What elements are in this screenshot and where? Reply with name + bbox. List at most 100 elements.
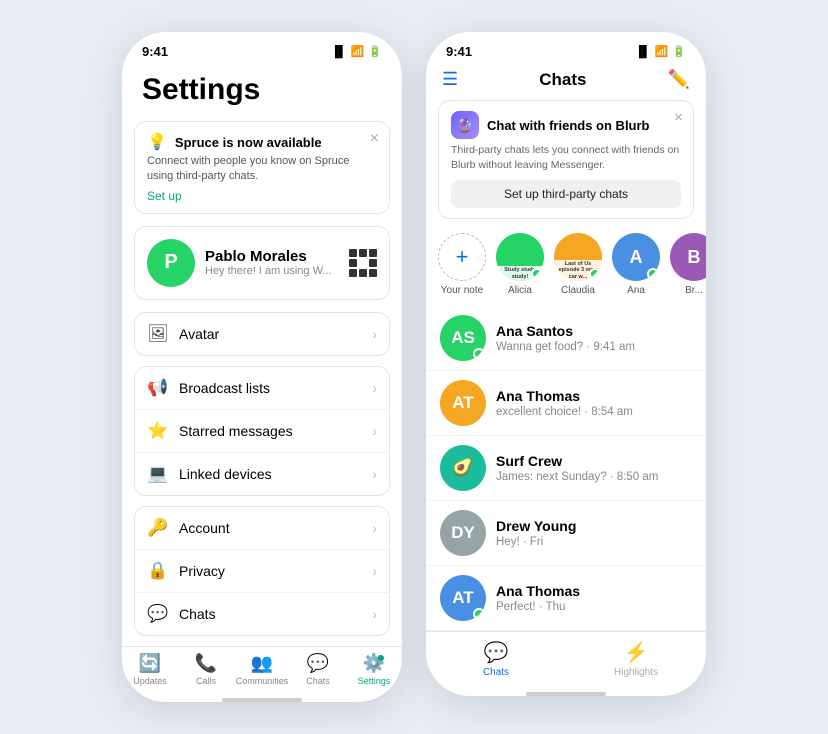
ana-online-dot xyxy=(647,268,659,280)
account-icon: 🔑 xyxy=(147,518,169,538)
linked-label: Linked devices xyxy=(179,466,362,482)
tp-close-button[interactable]: × xyxy=(674,109,683,126)
story-alicia[interactable]: Study study study! Alicia xyxy=(496,233,544,296)
alicia-label: Alicia xyxy=(508,285,532,296)
chats-signal-icon: ▐▌ xyxy=(635,46,651,58)
ana-santos-name: Ana Santos xyxy=(496,323,692,339)
chat-item-drew-young[interactable]: DY Drew Young Hey! · Fri xyxy=(426,501,706,566)
menu-item-linked[interactable]: 💻 Linked devices › xyxy=(135,453,389,495)
chats-wifi-icon: 📶 xyxy=(655,45,669,58)
ana-thomas-2-info: Ana Thomas Perfect! · Thu xyxy=(496,583,692,613)
drew-young-preview: Hey! · Fri xyxy=(496,536,692,548)
tp-banner-description: Third-party chats lets you connect with … xyxy=(451,143,681,172)
ana-story-avatar: A xyxy=(612,233,660,281)
tp-banner-title: Chat with friends on Blurb xyxy=(487,118,650,133)
chat-item-ana-thomas-2[interactable]: AT Ana Thomas Perfect! · Thu xyxy=(426,566,706,631)
settings-active-dot xyxy=(378,655,384,661)
surf-crew-info: Surf Crew James: next Sunday? · 8:50 am xyxy=(496,453,692,483)
communities-icon: 👥 xyxy=(251,653,273,674)
chats-status-bar: 9:41 ▐▌ 📶 🔋 xyxy=(426,32,706,65)
starred-chevron: › xyxy=(372,423,377,439)
avatar-icon: 🖼 xyxy=(147,324,169,344)
notification-description: Connect with people you know on Spruce u… xyxy=(147,154,377,185)
chat-item-ana-thomas-1[interactable]: AT Ana Thomas excellent choice! · 8:54 a… xyxy=(426,371,706,436)
chats-header: ☰ Chats ✏️ xyxy=(426,65,706,100)
tab-settings[interactable]: ⚙️ Settings xyxy=(346,653,402,686)
surf-crew-name: Surf Crew xyxy=(496,453,692,469)
chats-tab-icon: 💬 xyxy=(307,653,329,674)
qr-code-icon[interactable] xyxy=(349,249,377,277)
tab-chats[interactable]: 💬 Chats xyxy=(290,653,346,686)
ana-santos-info: Ana Santos Wanna get food? · 9:41 am xyxy=(496,323,692,353)
chats-tab-highlights[interactable]: ⚡ Highlights xyxy=(566,640,706,678)
ana-thomas-2-avatar: AT xyxy=(440,575,486,621)
br-label: Br... xyxy=(685,285,703,296)
ana-thomas-2-preview: Perfect! · Thu xyxy=(496,601,692,613)
menu-item-starred[interactable]: ⭐ Starred messages › xyxy=(135,410,389,453)
tab-updates[interactable]: 🔄 Updates xyxy=(122,653,178,686)
surf-crew-preview: James: next Sunday? · 8:50 am xyxy=(496,471,692,483)
highlights-label: Highlights xyxy=(614,667,658,678)
signal-icon: ▐▌ xyxy=(331,46,347,58)
chats-icon: 💬 xyxy=(147,604,169,624)
chat-item-surf-crew[interactable]: 🥑 Surf Crew James: next Sunday? · 8:50 a… xyxy=(426,436,706,501)
surf-crew-avatar: 🥑 xyxy=(440,445,486,491)
starred-icon: ⭐ xyxy=(147,421,169,441)
add-note-button[interactable]: + xyxy=(438,233,486,281)
chats-battery-icon: 🔋 xyxy=(672,45,686,58)
chats-phone: 9:41 ▐▌ 📶 🔋 ☰ Chats ✏️ 🔮 Chat with frien… xyxy=(426,32,706,696)
settings-time: 9:41 xyxy=(142,44,168,59)
menu-item-broadcast[interactable]: 📢 Broadcast lists › xyxy=(135,367,389,410)
compose-icon[interactable]: ✏️ xyxy=(668,69,690,90)
story-claudia[interactable]: Last of Us episode 3 omg car w... Claudi… xyxy=(554,233,602,296)
linked-chevron: › xyxy=(372,466,377,482)
drew-young-info: Drew Young Hey! · Fri xyxy=(496,518,692,548)
notification-close-button[interactable]: × xyxy=(370,130,379,148)
settings-status-icons: ▐▌ 📶 🔋 xyxy=(331,45,382,58)
linked-icon: 💻 xyxy=(147,464,169,484)
story-ana[interactable]: A Ana xyxy=(612,233,660,296)
chats-tab-chats-label: Chats xyxy=(483,667,509,678)
avatar-label: Avatar xyxy=(179,326,362,342)
ana-thomas-1-preview: excellent choice! · 8:54 am xyxy=(496,406,692,418)
calls-tab-label: Calls xyxy=(196,676,216,686)
broadcast-chevron: › xyxy=(372,380,377,396)
ana-thomas-1-info: Ana Thomas excellent choice! · 8:54 am xyxy=(496,388,692,418)
chats-tab-label: Chats xyxy=(306,676,330,686)
menu-item-avatar[interactable]: 🖼 Avatar › xyxy=(135,313,389,355)
menu-section-avatar: 🖼 Avatar › xyxy=(134,312,390,356)
alicia-avatar: Study study study! xyxy=(496,233,544,281)
chats-tab-chats[interactable]: 💬 Chats xyxy=(426,640,566,678)
story-br[interactable]: B Br... xyxy=(670,233,706,296)
menu-item-account[interactable]: 🔑 Account › xyxy=(135,507,389,550)
settings-phone: 9:41 ▐▌ 📶 🔋 Settings 💡 Spruce is now ava… xyxy=(122,32,402,702)
menu-item-chats[interactable]: 💬 Chats › xyxy=(135,593,389,635)
starred-label: Starred messages xyxy=(179,423,362,439)
your-note-label: Your note xyxy=(441,285,483,296)
tab-calls[interactable]: 📞 Calls xyxy=(178,653,234,686)
settings-title: Settings xyxy=(122,65,402,121)
bulb-icon: 💡 xyxy=(147,132,167,152)
story-your-note[interactable]: + Your note xyxy=(438,233,486,296)
profile-info: Pablo Morales Hey there! I am using W... xyxy=(205,248,339,277)
notification-setup-link[interactable]: Set up xyxy=(147,189,377,203)
ana-story-label: Ana xyxy=(627,285,645,296)
menu-icon[interactable]: ☰ xyxy=(442,69,458,90)
ana-santos-preview: Wanna get food? · 9:41 am xyxy=(496,341,692,353)
calls-icon: 📞 xyxy=(195,653,217,674)
ana-thomas-1-avatar: AT xyxy=(440,380,486,426)
privacy-icon: 🔒 xyxy=(147,561,169,581)
chat-list: AS Ana Santos Wanna get food? · 9:41 am … xyxy=(426,306,706,631)
drew-young-avatar: DY xyxy=(440,510,486,556)
account-label: Account xyxy=(179,520,362,536)
menu-item-privacy[interactable]: 🔒 Privacy › xyxy=(135,550,389,593)
tab-communities[interactable]: 👥 Communities xyxy=(234,653,290,686)
ana-santos-online xyxy=(473,348,485,360)
app-container: 9:41 ▐▌ 📶 🔋 Settings 💡 Spruce is now ava… xyxy=(90,0,738,734)
settings-tab-bar: 🔄 Updates 📞 Calls 👥 Communities 💬 Chats … xyxy=(122,646,402,696)
profile-section[interactable]: P Pablo Morales Hey there! I am using W.… xyxy=(134,226,390,300)
chats-label: Chats xyxy=(179,606,362,622)
tp-setup-button[interactable]: Set up third-party chats xyxy=(451,180,681,208)
chat-item-ana-santos[interactable]: AS Ana Santos Wanna get food? · 9:41 am xyxy=(426,306,706,371)
avatar-chevron: › xyxy=(372,326,377,342)
